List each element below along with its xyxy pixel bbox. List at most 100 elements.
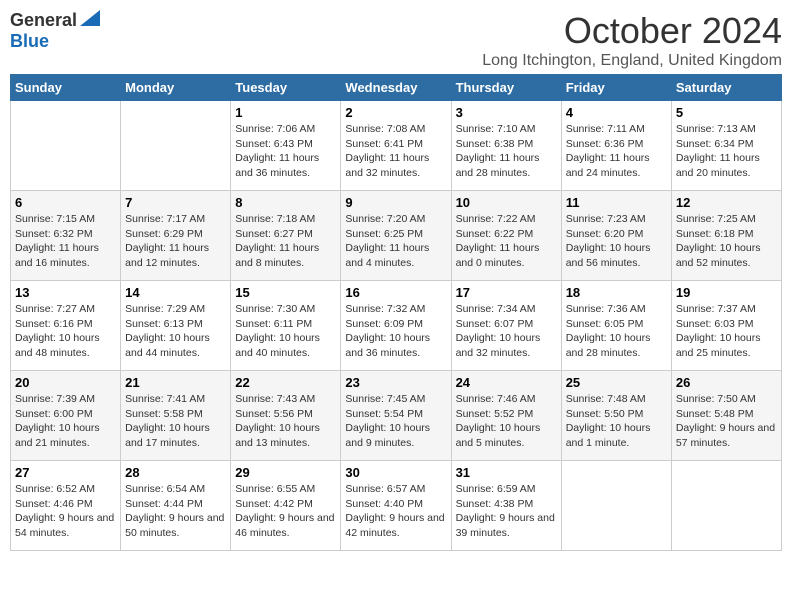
logo: General Blue [10,10,100,52]
day-number: 30 [345,465,446,480]
sunset-text: Sunset: 5:54 PM [345,408,423,420]
day-info: Sunrise: 7:18 AM Sunset: 6:27 PM Dayligh… [235,212,336,271]
sunrise-text: Sunrise: 7:46 AM [456,393,536,405]
daylight-text: Daylight: 11 hours and 4 minutes. [345,242,429,269]
day-info: Sunrise: 7:22 AM Sunset: 6:22 PM Dayligh… [456,212,557,271]
day-number: 6 [15,195,116,210]
logo-blue: Blue [10,31,49,51]
day-info: Sunrise: 7:45 AM Sunset: 5:54 PM Dayligh… [345,392,446,451]
calendar-cell: 21 Sunrise: 7:41 AM Sunset: 5:58 PM Dayl… [121,371,231,461]
week-row-5: 27 Sunrise: 6:52 AM Sunset: 4:46 PM Dayl… [11,461,782,551]
daylight-text: Daylight: 10 hours and 1 minute. [566,422,651,449]
calendar-cell: 18 Sunrise: 7:36 AM Sunset: 6:05 PM Dayl… [561,281,671,371]
sunset-text: Sunset: 5:50 PM [566,408,644,420]
sunset-text: Sunset: 4:46 PM [15,498,93,510]
logo-triangle-icon [80,10,100,31]
daylight-text: Daylight: 9 hours and 50 minutes. [125,512,224,539]
day-number: 13 [15,285,116,300]
calendar-cell: 3 Sunrise: 7:10 AM Sunset: 6:38 PM Dayli… [451,101,561,191]
day-info: Sunrise: 7:34 AM Sunset: 6:07 PM Dayligh… [456,302,557,361]
sunrise-text: Sunrise: 7:37 AM [676,303,756,315]
calendar-cell: 22 Sunrise: 7:43 AM Sunset: 5:56 PM Dayl… [231,371,341,461]
sunrise-text: Sunrise: 7:29 AM [125,303,205,315]
sunrise-text: Sunrise: 6:54 AM [125,483,205,495]
daylight-text: Daylight: 10 hours and 17 minutes. [125,422,210,449]
sunrise-text: Sunrise: 7:18 AM [235,213,315,225]
calendar-cell: 17 Sunrise: 7:34 AM Sunset: 6:07 PM Dayl… [451,281,561,371]
daylight-text: Daylight: 9 hours and 46 minutes. [235,512,334,539]
sunrise-text: Sunrise: 7:17 AM [125,213,205,225]
day-number: 15 [235,285,336,300]
sunset-text: Sunset: 5:58 PM [125,408,203,420]
sunset-text: Sunset: 6:09 PM [345,318,423,330]
calendar-cell: 13 Sunrise: 7:27 AM Sunset: 6:16 PM Dayl… [11,281,121,371]
day-info: Sunrise: 6:52 AM Sunset: 4:46 PM Dayligh… [15,482,116,541]
daylight-text: Daylight: 11 hours and 28 minutes. [456,152,540,179]
day-info: Sunrise: 7:39 AM Sunset: 6:00 PM Dayligh… [15,392,116,451]
sunset-text: Sunset: 4:38 PM [456,498,534,510]
daylight-text: Daylight: 11 hours and 16 minutes. [15,242,99,269]
day-info: Sunrise: 7:30 AM Sunset: 6:11 PM Dayligh… [235,302,336,361]
day-info: Sunrise: 7:29 AM Sunset: 6:13 PM Dayligh… [125,302,226,361]
calendar-cell: 16 Sunrise: 7:32 AM Sunset: 6:09 PM Dayl… [341,281,451,371]
sunset-text: Sunset: 6:00 PM [15,408,93,420]
daylight-text: Daylight: 10 hours and 5 minutes. [456,422,541,449]
day-info: Sunrise: 6:57 AM Sunset: 4:40 PM Dayligh… [345,482,446,541]
day-info: Sunrise: 7:27 AM Sunset: 6:16 PM Dayligh… [15,302,116,361]
day-info: Sunrise: 7:25 AM Sunset: 6:18 PM Dayligh… [676,212,777,271]
week-row-3: 13 Sunrise: 7:27 AM Sunset: 6:16 PM Dayl… [11,281,782,371]
day-number: 8 [235,195,336,210]
day-number: 29 [235,465,336,480]
sunset-text: Sunset: 6:27 PM [235,228,313,240]
daylight-text: Daylight: 10 hours and 25 minutes. [676,332,761,359]
day-number: 25 [566,375,667,390]
sunset-text: Sunset: 6:07 PM [456,318,534,330]
day-number: 31 [456,465,557,480]
day-number: 17 [456,285,557,300]
day-number: 27 [15,465,116,480]
sunset-text: Sunset: 6:18 PM [676,228,754,240]
sunrise-text: Sunrise: 6:59 AM [456,483,536,495]
daylight-text: Daylight: 9 hours and 39 minutes. [456,512,555,539]
weekday-header-tuesday: Tuesday [231,75,341,101]
day-info: Sunrise: 6:54 AM Sunset: 4:44 PM Dayligh… [125,482,226,541]
daylight-text: Daylight: 10 hours and 52 minutes. [676,242,761,269]
calendar-cell: 8 Sunrise: 7:18 AM Sunset: 6:27 PM Dayli… [231,191,341,281]
daylight-text: Daylight: 11 hours and 8 minutes. [235,242,319,269]
day-info: Sunrise: 7:32 AM Sunset: 6:09 PM Dayligh… [345,302,446,361]
day-number: 7 [125,195,226,210]
calendar-cell: 1 Sunrise: 7:06 AM Sunset: 6:43 PM Dayli… [231,101,341,191]
daylight-text: Daylight: 9 hours and 54 minutes. [15,512,114,539]
day-number: 10 [456,195,557,210]
calendar-cell: 15 Sunrise: 7:30 AM Sunset: 6:11 PM Dayl… [231,281,341,371]
daylight-text: Daylight: 10 hours and 44 minutes. [125,332,210,359]
day-number: 18 [566,285,667,300]
day-info: Sunrise: 7:06 AM Sunset: 6:43 PM Dayligh… [235,122,336,181]
sunset-text: Sunset: 6:34 PM [676,138,754,150]
weekday-header-saturday: Saturday [671,75,781,101]
day-info: Sunrise: 7:17 AM Sunset: 6:29 PM Dayligh… [125,212,226,271]
sunrise-text: Sunrise: 7:30 AM [235,303,315,315]
sunrise-text: Sunrise: 7:23 AM [566,213,646,225]
calendar-cell: 7 Sunrise: 7:17 AM Sunset: 6:29 PM Dayli… [121,191,231,281]
sunrise-text: Sunrise: 7:36 AM [566,303,646,315]
sunrise-text: Sunrise: 7:41 AM [125,393,205,405]
calendar-cell [561,461,671,551]
sunset-text: Sunset: 6:32 PM [15,228,93,240]
calendar-cell: 30 Sunrise: 6:57 AM Sunset: 4:40 PM Dayl… [341,461,451,551]
calendar-cell: 23 Sunrise: 7:45 AM Sunset: 5:54 PM Dayl… [341,371,451,461]
day-info: Sunrise: 7:08 AM Sunset: 6:41 PM Dayligh… [345,122,446,181]
calendar-cell: 6 Sunrise: 7:15 AM Sunset: 6:32 PM Dayli… [11,191,121,281]
weekday-header-wednesday: Wednesday [341,75,451,101]
day-info: Sunrise: 7:11 AM Sunset: 6:36 PM Dayligh… [566,122,667,181]
day-number: 23 [345,375,446,390]
calendar-cell: 19 Sunrise: 7:37 AM Sunset: 6:03 PM Dayl… [671,281,781,371]
calendar-cell: 12 Sunrise: 7:25 AM Sunset: 6:18 PM Dayl… [671,191,781,281]
month-title: October 2024 [482,10,782,52]
daylight-text: Daylight: 9 hours and 42 minutes. [345,512,444,539]
sunset-text: Sunset: 6:38 PM [456,138,534,150]
calendar-cell: 14 Sunrise: 7:29 AM Sunset: 6:13 PM Dayl… [121,281,231,371]
sunrise-text: Sunrise: 7:43 AM [235,393,315,405]
weekday-header-thursday: Thursday [451,75,561,101]
day-info: Sunrise: 7:20 AM Sunset: 6:25 PM Dayligh… [345,212,446,271]
